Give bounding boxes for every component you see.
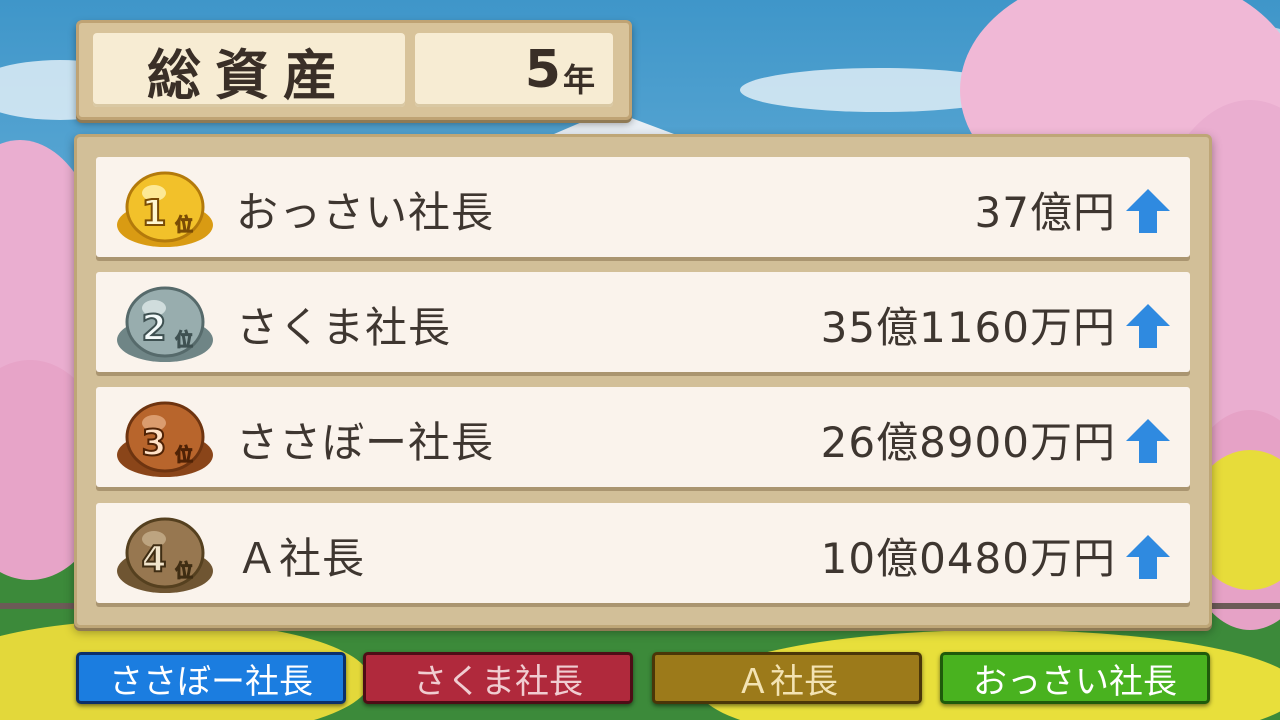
rank-suffix: 位 xyxy=(175,214,193,236)
asset-value: 37億円 xyxy=(974,188,1116,237)
player-tag-gold[interactable]: Ａ社長 xyxy=(652,652,922,704)
rank-number: 3 xyxy=(141,423,166,464)
ranking-row-2[interactable]: 2 位 さくま社長 35億1160万円 xyxy=(96,272,1190,372)
year-number: 5 xyxy=(524,40,561,100)
year-display: 5 年 xyxy=(415,33,613,107)
player-name: ささぼー社長 xyxy=(236,418,495,467)
year-unit: 年 xyxy=(562,61,595,99)
rank-suffix: 位 xyxy=(175,560,193,582)
page-title: 総資産 xyxy=(93,33,405,107)
rank-number: 1 xyxy=(141,193,166,234)
ranking-row-4[interactable]: 4 位 Ａ社長 10億0480万円 xyxy=(96,503,1190,603)
title-panel: 総資産 5 年 xyxy=(76,20,632,120)
silver-medal-icon: 2 位 xyxy=(117,286,213,362)
gold-medal-icon: 1 位 xyxy=(117,171,213,247)
up-arrow-icon xyxy=(1126,189,1170,233)
rank-number: 4 xyxy=(141,539,166,580)
ranking-row-1[interactable]: 1 位 おっさい社長 37億円 xyxy=(96,157,1190,257)
asset-value: 35億1160万円 xyxy=(820,303,1116,352)
player-tag-green[interactable]: おっさい社長 xyxy=(940,652,1210,704)
rank-suffix: 位 xyxy=(175,444,193,466)
rank-suffix: 位 xyxy=(175,329,193,351)
brown-medal-icon: 4 位 xyxy=(117,517,213,593)
player-name: Ａ社長 xyxy=(236,534,366,583)
up-arrow-icon xyxy=(1126,535,1170,579)
bronze-medal-icon: 3 位 xyxy=(117,401,213,477)
player-tag-red[interactable]: さくま社長 xyxy=(363,652,633,704)
player-name: おっさい社長 xyxy=(236,188,495,237)
ranking-row-3[interactable]: 3 位 ささぼー社長 26億8900万円 xyxy=(96,387,1190,487)
rank-number: 2 xyxy=(141,308,166,349)
ranking-panel: 1 位 おっさい社長 37億円 2 位 さくま社長 35億1160万円 3 位 xyxy=(74,134,1212,628)
player-tag-blue[interactable]: ささぼー社長 xyxy=(76,652,346,704)
asset-value: 10億0480万円 xyxy=(820,534,1116,583)
up-arrow-icon xyxy=(1126,304,1170,348)
up-arrow-icon xyxy=(1126,419,1170,463)
asset-value: 26億8900万円 xyxy=(820,418,1116,467)
player-name: さくま社長 xyxy=(236,303,452,352)
